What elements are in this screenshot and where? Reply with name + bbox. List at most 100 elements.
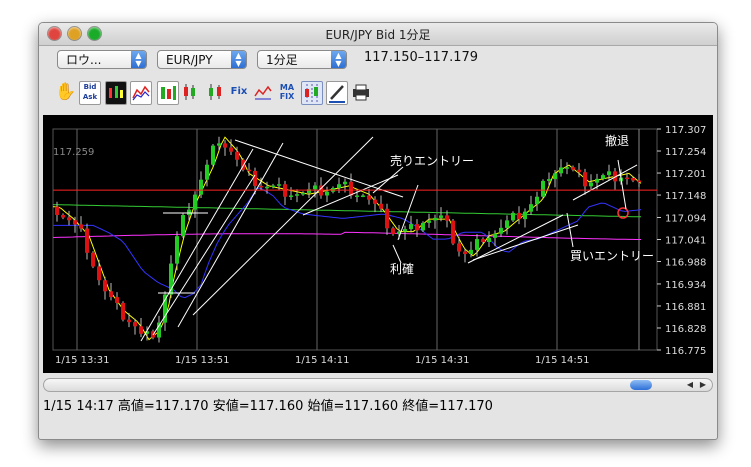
candle-body (571, 167, 575, 170)
candle-body (475, 239, 479, 250)
candle-body (313, 185, 317, 190)
candle-body (67, 217, 71, 221)
candle-body (415, 224, 419, 231)
x-tick-label: 1/15 14:11 (295, 355, 349, 366)
print-icon[interactable] (351, 81, 371, 103)
candle-body (133, 322, 137, 327)
grid-glyph (305, 84, 318, 102)
pair-select-value: EUR/JPY (166, 53, 213, 67)
ma-long-line (52, 204, 642, 218)
window-title: EUR/JPY Bid 1分足 (325, 28, 431, 42)
candle-body (295, 194, 299, 196)
candles-icon-3[interactable] (205, 81, 225, 103)
price-chart[interactable]: 117.259 117.307117.254117.201117.148117.… (43, 115, 713, 373)
candles-icon-1[interactable] (157, 81, 179, 105)
ma-mid-line (53, 187, 642, 299)
candle-glyph (184, 84, 195, 100)
candle-body (193, 194, 197, 210)
candlesticks (55, 136, 641, 343)
scroll-right-button[interactable]: ▶ (697, 380, 709, 390)
candle-body (79, 224, 83, 229)
candle-body (601, 175, 605, 179)
hand-icon[interactable]: ✋ (55, 81, 76, 103)
candle-body (325, 191, 329, 196)
candlestick-chart-icon[interactable] (105, 81, 127, 105)
ma-fast-line (53, 136, 642, 341)
chart-window: EUR/JPY Bid 1分足 ロウ... ▲ ▼ EUR/JPY ▲ ▼ 1分足 … (38, 22, 718, 440)
pen-glyph (329, 85, 345, 103)
candle-body (487, 237, 491, 242)
candle-body (511, 212, 515, 221)
candle-body (127, 319, 131, 323)
ma-fix-icon[interactable]: MA FIX (277, 81, 297, 103)
bid-ask-icon[interactable]: Bid Ask (79, 81, 101, 105)
pair-select[interactable]: EUR/JPY ▲ ▼ (157, 50, 247, 69)
candle-body (631, 178, 635, 181)
trend-line (177, 142, 284, 328)
grid-toggle-icon[interactable] (301, 81, 323, 105)
candle-body (229, 147, 233, 152)
candle-glyph (161, 86, 176, 100)
candle-body (253, 170, 257, 186)
timeframe-select-value: 1分足 (266, 53, 298, 67)
scroll-left-button[interactable]: ◀ (684, 380, 696, 390)
candle-body (343, 181, 347, 185)
y-tick-label: 117.254 (665, 147, 706, 158)
annotation-label: 撤退 (605, 133, 629, 148)
y-tick-label: 116.988 (665, 258, 706, 269)
candle-body (409, 224, 413, 230)
scroll-thumb[interactable] (630, 380, 652, 390)
candle-body (349, 181, 353, 196)
price-range-readout: 117.150–117.179 (364, 50, 479, 65)
timeframe-select[interactable]: 1分足 ▲ ▼ (257, 50, 347, 69)
x-tick-label: 1/15 13:31 (55, 355, 109, 366)
price-label: 117.259 (53, 147, 94, 158)
candle-body (439, 215, 443, 218)
candle-body (187, 209, 191, 215)
chart-options-icon[interactable] (253, 81, 273, 103)
trend-line (192, 136, 374, 316)
chart-canvas[interactable]: 117.259 117.307 117.254 117.201 117.148 117.… (43, 115, 713, 373)
line-chart-icon[interactable] (130, 81, 152, 105)
title-bar[interactable]: EUR/JPY Bid 1分足 (39, 23, 717, 46)
layout-select[interactable]: ロウ... ▲ ▼ (57, 50, 147, 69)
candlestick-glyph (109, 86, 123, 98)
candle-body (421, 222, 425, 231)
candle-body (205, 164, 209, 180)
layout-select-value: ロウ... (66, 53, 102, 67)
candle-body (469, 249, 473, 255)
candle-body (301, 192, 305, 195)
trend-line (152, 174, 256, 336)
candle-body (457, 243, 461, 252)
candle-body (463, 251, 467, 255)
chart-options-glyph (254, 85, 272, 100)
candle-body (505, 220, 509, 228)
candle-body (517, 212, 521, 220)
candle-body (85, 228, 89, 253)
y-tick-label: 116.934 (665, 280, 706, 291)
grid-lines (52, 128, 658, 351)
updown-arrow-icon: ▲ ▼ (131, 51, 146, 68)
candle-body (175, 236, 179, 264)
candle-body (259, 185, 263, 188)
x-tick-label: 1/15 14:31 (415, 355, 469, 366)
candle-body (265, 186, 269, 189)
x-tick-label: 1/15 14:51 (535, 355, 589, 366)
y-tick-label: 116.775 (665, 346, 706, 357)
candle-body (271, 185, 275, 187)
candle-body (499, 227, 503, 234)
horizontal-scrollbar[interactable]: ◀ ▶ (43, 378, 713, 392)
y-tick-label: 117.201 (665, 169, 706, 180)
candle-body (61, 214, 65, 218)
pen-icon[interactable] (326, 81, 348, 105)
candles-icon-2[interactable] (181, 81, 201, 103)
candle-body (289, 195, 293, 197)
fix-icon[interactable]: Fix (229, 81, 249, 103)
candle-body (103, 280, 107, 292)
candle-body (139, 326, 143, 334)
y-tick-label: 116.881 (665, 302, 706, 313)
candle-body (199, 179, 203, 195)
candle-body (355, 195, 359, 197)
y-tick-label: 117.094 (665, 213, 706, 224)
line-glyph (132, 85, 150, 101)
